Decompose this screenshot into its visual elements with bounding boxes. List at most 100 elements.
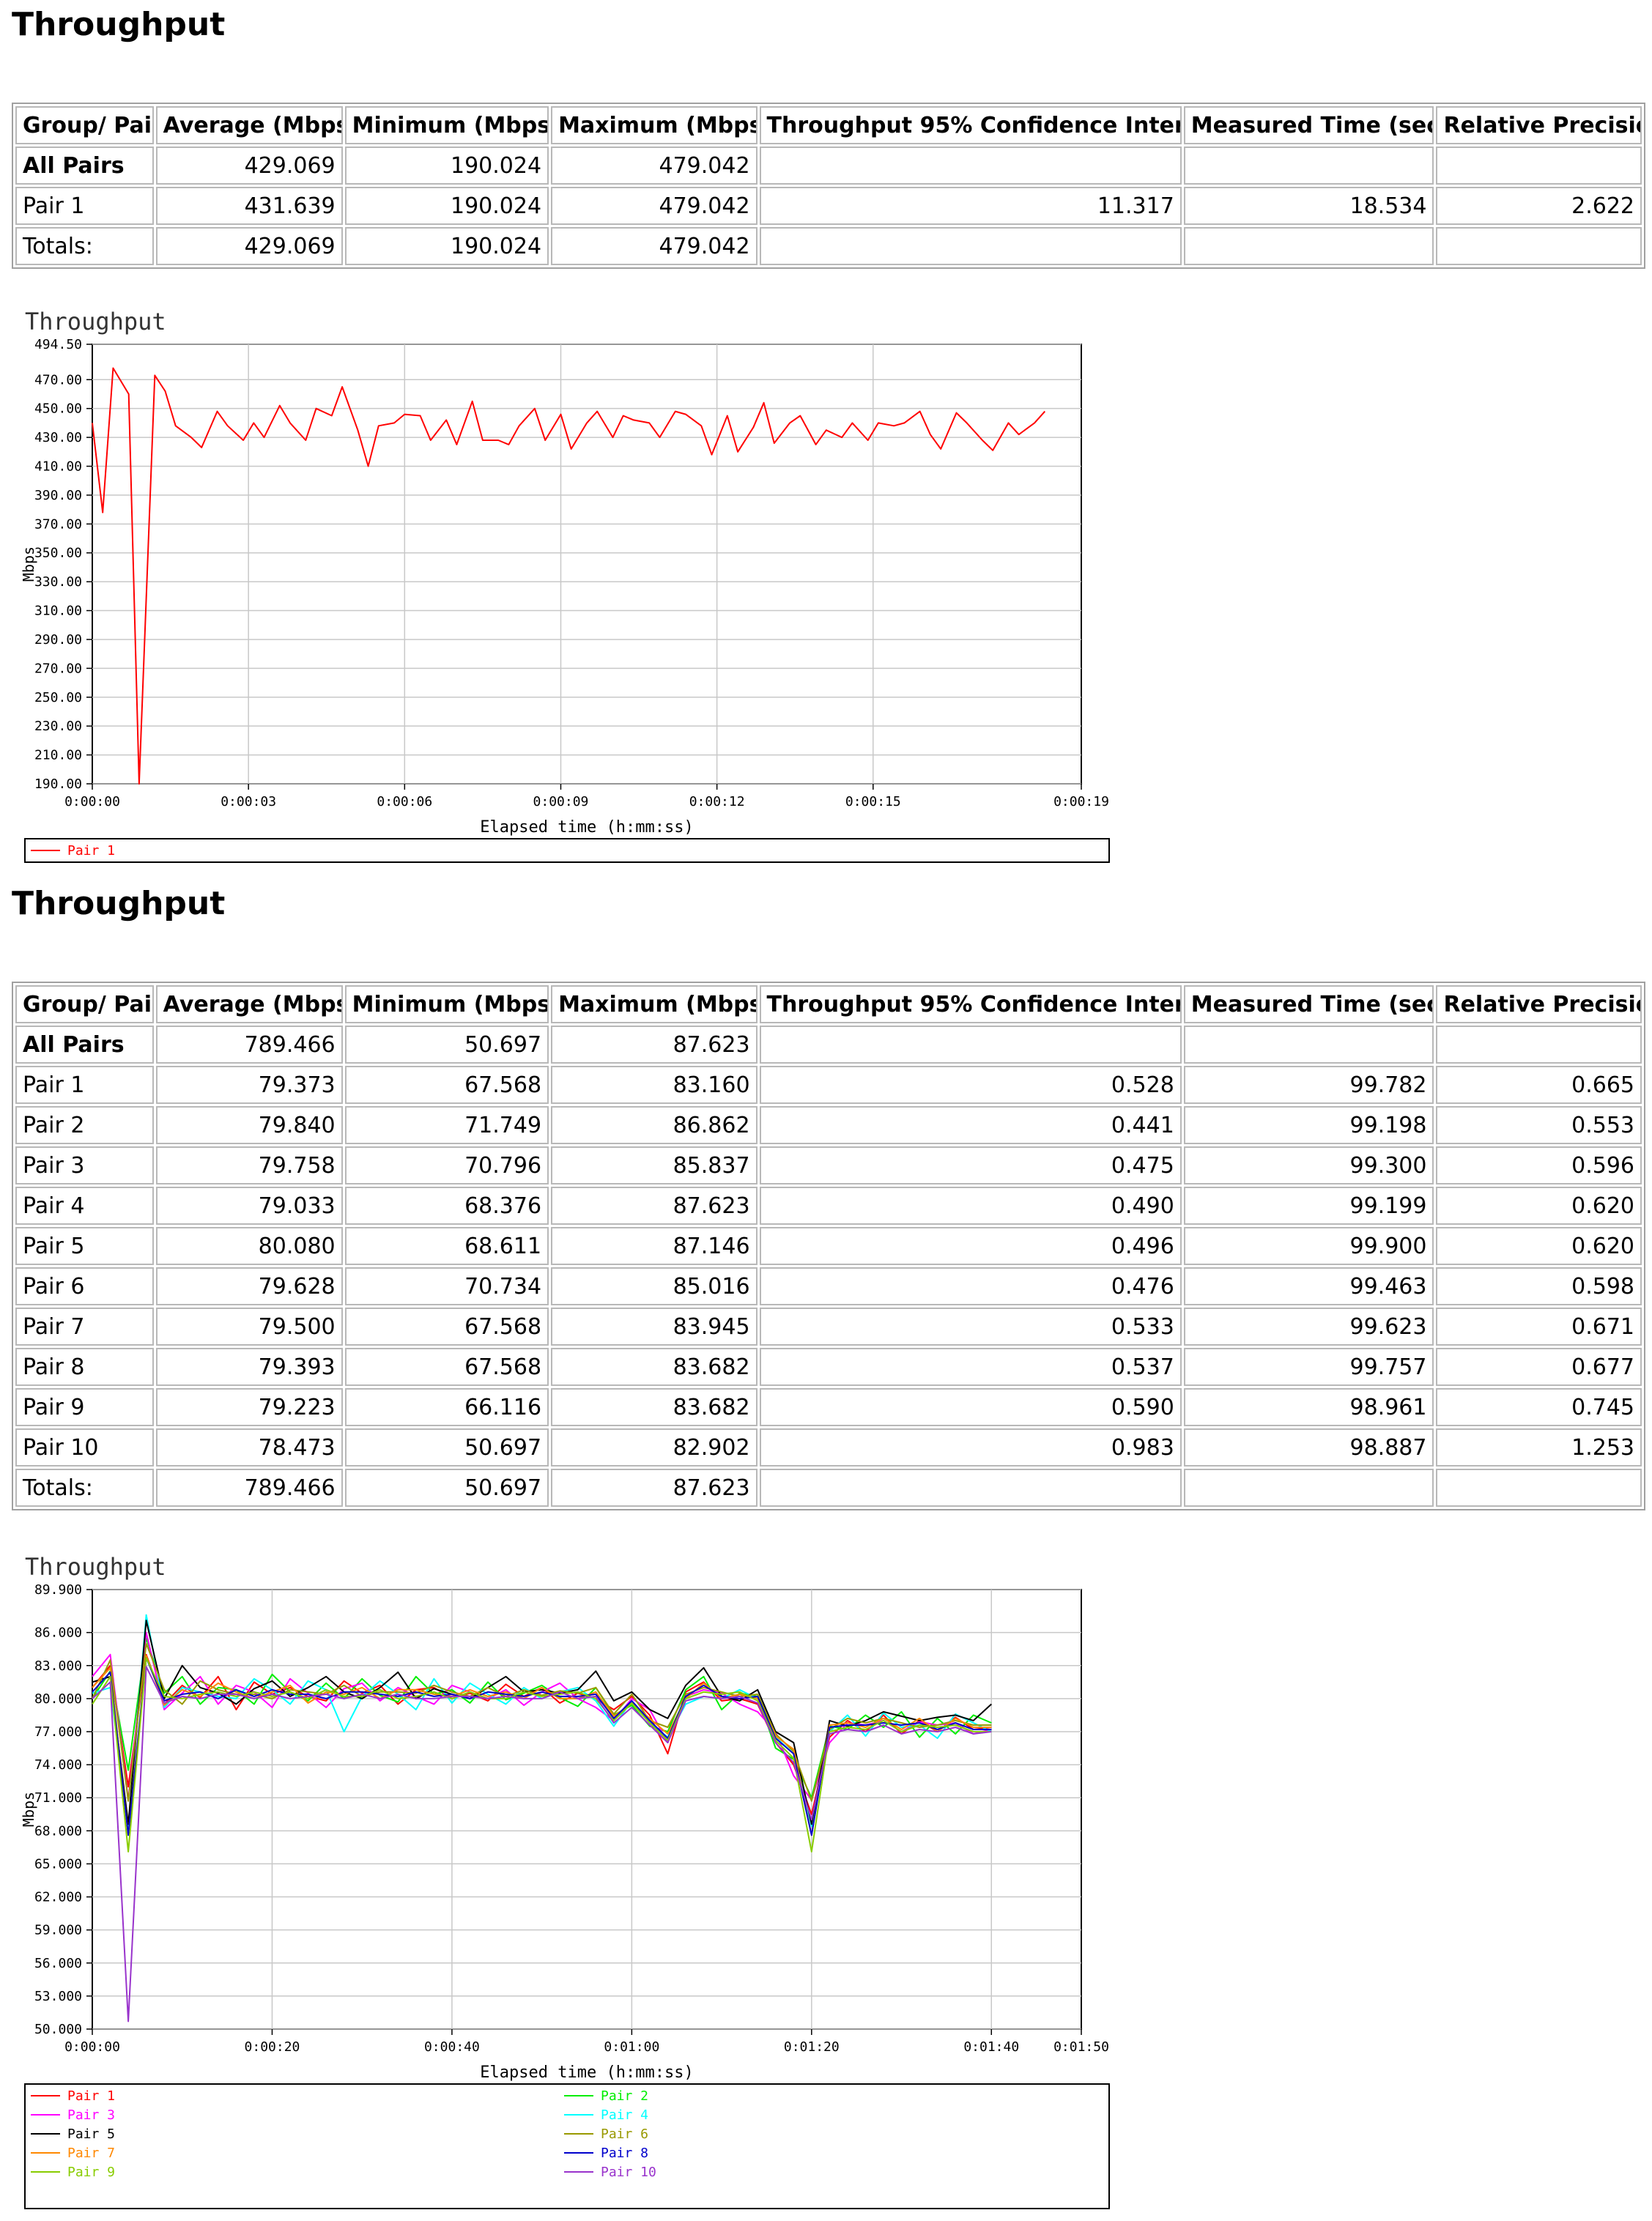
table-row: All Pairs 429.069 190.024 479.042 bbox=[15, 147, 1642, 185]
legend-label: Pair 2 bbox=[601, 2088, 648, 2104]
group-pair-cell: Pair 4 bbox=[15, 1187, 154, 1225]
throughput-chart: Throughput 494.50 470.00 450.00 430.00 410.00… bbox=[12, 300, 1155, 879]
table-row: Totals: 429.069 190.024 479.042 bbox=[15, 227, 1642, 265]
legend-label: Pair 1 bbox=[67, 843, 115, 859]
value-cell: 18.534 bbox=[1183, 187, 1434, 225]
x-tick-label: 0:00:40 bbox=[424, 2039, 480, 2055]
column-header: Measured Time (secs) bbox=[1183, 106, 1434, 144]
y-tick-label: 210.00 bbox=[34, 748, 82, 763]
value-cell: 87.623 bbox=[551, 1469, 758, 1507]
y-tick-label: 494.50 bbox=[34, 337, 82, 352]
value-cell: 98.961 bbox=[1183, 1388, 1434, 1426]
value-cell: 0.620 bbox=[1436, 1227, 1642, 1265]
value-cell bbox=[1183, 1026, 1434, 1064]
value-cell: 50.697 bbox=[344, 1428, 549, 1467]
value-cell bbox=[1183, 227, 1434, 265]
y-tick-label: 86.000 bbox=[34, 1625, 82, 1641]
legend-label: Pair 1 bbox=[67, 2088, 115, 2104]
value-cell: 99.463 bbox=[1183, 1267, 1434, 1305]
value-cell: 70.734 bbox=[344, 1267, 549, 1305]
group-pair-cell: Pair 1 bbox=[15, 187, 154, 225]
group-pair-cell: Pair 7 bbox=[15, 1308, 154, 1346]
y-tick-label: 310.00 bbox=[34, 604, 82, 619]
value-cell: 79.033 bbox=[155, 1187, 343, 1225]
column-header: Maximum (Mbps) bbox=[551, 106, 758, 144]
table-row: Pair 5 80.080 68.611 87.146 0.496 99.900 0.620 bbox=[15, 1227, 1642, 1265]
value-cell: 99.900 bbox=[1183, 1227, 1434, 1265]
table-header-row: Group/ Pair Average (Mbps) Minimum (Mbps) M… bbox=[15, 985, 1642, 1023]
y-tick-label: 350.00 bbox=[34, 546, 82, 561]
y-tick-label: 62.000 bbox=[34, 1890, 82, 1905]
y-tick-label: 89.900 bbox=[34, 1582, 82, 1598]
value-cell: 0.490 bbox=[759, 1187, 1182, 1225]
y-tick-label: 80.000 bbox=[34, 1691, 82, 1707]
legend-label: Pair 8 bbox=[601, 2146, 648, 2161]
value-cell: 98.887 bbox=[1183, 1428, 1434, 1467]
value-cell bbox=[759, 1026, 1182, 1064]
group-pair-cell: All Pairs bbox=[15, 1026, 154, 1064]
value-cell: 87.623 bbox=[551, 1187, 758, 1225]
x-tick-label: 0:00:09 bbox=[533, 794, 589, 809]
group-pair-cell: Pair 10 bbox=[15, 1428, 154, 1467]
y-tick-label: 410.00 bbox=[34, 459, 82, 475]
y-tick-label: 65.000 bbox=[34, 1856, 82, 1872]
x-tick-label: 0:00:12 bbox=[689, 794, 745, 809]
value-cell: 86.862 bbox=[551, 1106, 758, 1144]
results-table: Group/ Pair Average (Mbps) Minimum (Mbps) M… bbox=[12, 103, 1645, 269]
x-tick-label: 0:00:19 bbox=[1053, 794, 1109, 809]
column-header: Minimum (Mbps) bbox=[344, 106, 549, 144]
value-cell: 0.665 bbox=[1436, 1066, 1642, 1104]
value-cell bbox=[1436, 147, 1642, 185]
value-cell: 0.528 bbox=[759, 1066, 1182, 1104]
x-tick-label: 0:01:40 bbox=[963, 2039, 1019, 2055]
value-cell: 2.622 bbox=[1436, 187, 1642, 225]
value-cell: 79.393 bbox=[155, 1348, 343, 1386]
value-cell: 85.837 bbox=[551, 1146, 758, 1184]
column-header: Measured Time (secs) bbox=[1183, 985, 1434, 1023]
table-row: Pair 8 79.393 67.568 83.682 0.537 99.757 0.677 bbox=[15, 1348, 1642, 1386]
y-tick-label: 77.000 bbox=[34, 1724, 82, 1740]
table-header-row: Group/ Pair Average (Mbps) Minimum (Mbps) M… bbox=[15, 106, 1642, 144]
value-cell: 79.500 bbox=[155, 1308, 343, 1346]
y-tick-label: 68.000 bbox=[34, 1823, 82, 1839]
value-cell: 99.198 bbox=[1183, 1106, 1434, 1144]
group-pair-cell: Pair 2 bbox=[15, 1106, 154, 1144]
group-pair-cell: All Pairs bbox=[15, 147, 154, 185]
value-cell bbox=[759, 1469, 1182, 1507]
column-header: Relative Precision bbox=[1436, 985, 1642, 1023]
value-cell bbox=[1183, 147, 1434, 185]
value-cell: 82.902 bbox=[551, 1428, 758, 1467]
x-tick-label: 0:01:50 bbox=[1053, 2039, 1109, 2055]
value-cell: 0.537 bbox=[759, 1348, 1182, 1386]
x-tick-label: 0:00:20 bbox=[245, 2039, 300, 2055]
value-cell: 83.945 bbox=[551, 1308, 758, 1346]
legend-label: Pair 5 bbox=[67, 2127, 115, 2142]
y-axis-label: Mbps bbox=[20, 1792, 37, 1827]
x-tick-label: 0:00:15 bbox=[845, 794, 901, 809]
value-cell: 190.024 bbox=[344, 187, 549, 225]
value-cell: 0.533 bbox=[759, 1308, 1182, 1346]
legend-label: Pair 7 bbox=[67, 2146, 115, 2161]
table-row: Pair 4 79.033 68.376 87.623 0.490 99.199 0.620 bbox=[15, 1187, 1642, 1225]
value-cell: 68.376 bbox=[344, 1187, 549, 1225]
legend-box bbox=[24, 2083, 1110, 2209]
y-tick-label: 470.00 bbox=[34, 372, 82, 388]
value-cell: 83.682 bbox=[551, 1388, 758, 1426]
value-cell: 479.042 bbox=[551, 187, 758, 225]
group-pair-cell: Pair 8 bbox=[15, 1348, 154, 1386]
value-cell: 0.496 bbox=[759, 1227, 1182, 1265]
legend-box bbox=[24, 838, 1110, 863]
group-pair-cell: Totals: bbox=[15, 1469, 154, 1507]
value-cell: 1.253 bbox=[1436, 1428, 1642, 1467]
y-tick-label: 330.00 bbox=[34, 574, 82, 590]
column-header: Group/ Pair bbox=[15, 985, 154, 1023]
y-tick-label: 230.00 bbox=[34, 719, 82, 734]
x-tick-label: 0:01:00 bbox=[604, 2039, 659, 2055]
group-pair-cell: Totals: bbox=[15, 227, 154, 265]
y-tick-label: 71.000 bbox=[34, 1790, 82, 1806]
section-heading: Throughput bbox=[12, 6, 226, 43]
value-cell: 66.116 bbox=[344, 1388, 549, 1426]
x-axis-label: Elapsed time (h:mm:ss) bbox=[480, 2064, 693, 2082]
table-row: All Pairs 789.466 50.697 87.623 bbox=[15, 1026, 1642, 1064]
column-header: Average (Mbps) bbox=[155, 985, 343, 1023]
